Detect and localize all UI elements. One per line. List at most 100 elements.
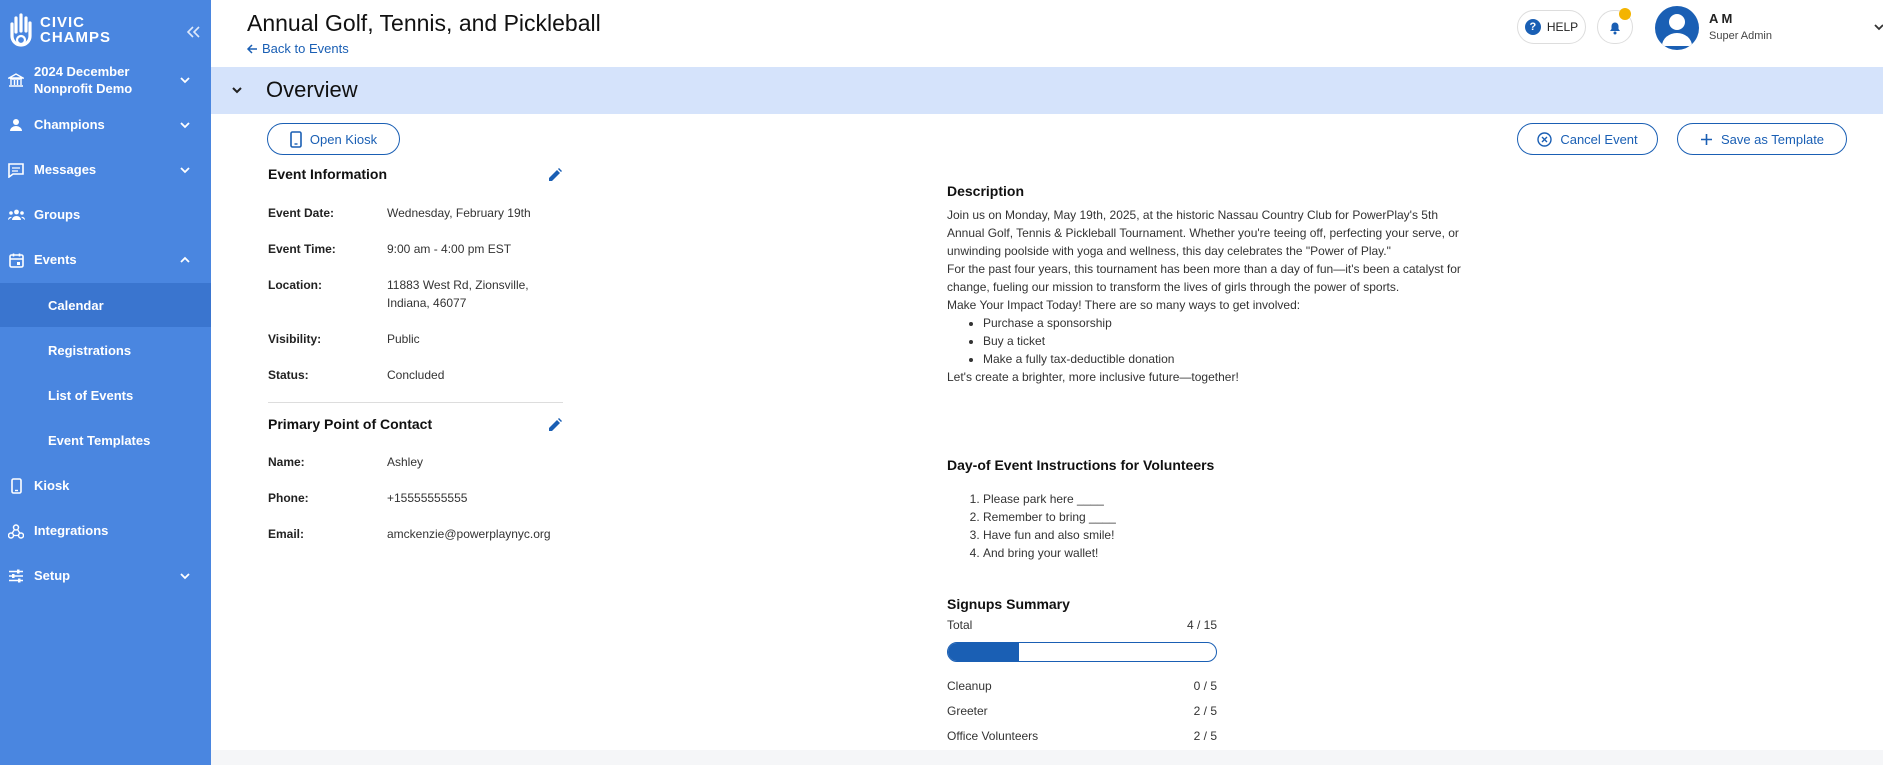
overview-section-header[interactable]: Overview — [211, 67, 1883, 114]
visibility-label: Visibility: — [268, 332, 322, 346]
role-count: 2 / 5 — [1193, 729, 1217, 743]
description-closing: Let's create a brighter, more inclusive … — [947, 370, 1239, 384]
bell-icon — [1610, 22, 1620, 34]
status-value: Concluded — [387, 368, 445, 382]
integrations-icon — [7, 522, 25, 540]
sidebar-subitem-event-templates[interactable]: Event Templates — [0, 418, 211, 462]
sidebar-item-events[interactable]: Events — [0, 243, 211, 277]
civic-champs-logo[interactable]: CIVIC CHAMPS — [8, 10, 111, 50]
edit-contact-icon[interactable] — [547, 417, 563, 433]
help-button[interactable]: ? HELP — [1517, 10, 1586, 44]
sidebar-subitem-list-of-events[interactable]: List of Events — [0, 373, 211, 417]
sidebar-label-champions: Champions — [34, 117, 105, 132]
tablet-icon — [290, 130, 302, 148]
cancel-event-button[interactable]: Cancel Event — [1517, 123, 1658, 155]
event-date-label: Event Date: — [268, 206, 335, 220]
contact-name-label: Name: — [268, 455, 305, 469]
description-title: Description — [947, 183, 1025, 199]
role-count: 2 / 5 — [1193, 704, 1217, 718]
chevron-up-icon — [180, 256, 190, 263]
sidebar-subitem-calendar[interactable]: Calendar — [0, 283, 211, 327]
sidebar-item-integrations[interactable]: Integrations — [0, 514, 211, 548]
location-label: Location: — [268, 278, 322, 292]
description-paragraph-1: Join us on Monday, May 19th, 2025, at th… — [947, 208, 1459, 258]
role-row-cleanup: Cleanup 0 / 5 — [947, 674, 1217, 699]
description-paragraph-3: Make Your Impact Today! There are so man… — [947, 298, 1301, 312]
role-name: Office Volunteers — [947, 729, 1039, 743]
open-kiosk-label: Open Kiosk — [309, 131, 378, 147]
signups-progress-bar — [947, 642, 1217, 662]
visibility-value: Public — [387, 332, 420, 346]
contact-email-value: amckenzie@powerplaynyc.org — [387, 527, 551, 541]
sidebar-item-messages[interactable]: Messages — [0, 153, 211, 187]
user-role: Super Admin — [1709, 30, 1772, 42]
list-item: And bring your wallet! — [983, 544, 1467, 562]
subitem-label-calendar: Calendar — [48, 297, 104, 313]
contact-phone-label: Phone: — [268, 491, 309, 505]
progress-fill — [948, 643, 1020, 661]
logo-line-2: CHAMPS — [40, 29, 112, 46]
contact-email-label: Email: — [268, 527, 305, 541]
sliders-icon — [7, 567, 25, 585]
groups-icon — [7, 206, 25, 224]
chevron-down-icon[interactable] — [1872, 20, 1883, 34]
plus-icon — [1700, 133, 1712, 145]
contact-name-value: Ashley — [387, 455, 424, 469]
instructions-list: Please park here ____ Remember to bring … — [983, 490, 1467, 562]
chevron-down-icon — [180, 167, 190, 174]
divider — [268, 402, 563, 403]
sidebar-subitem-registrations[interactable]: Registrations — [0, 328, 211, 372]
calendar-icon — [7, 251, 25, 269]
back-to-events-link[interactable]: Back to Events — [246, 41, 349, 56]
sidebar-item-kiosk[interactable]: Kiosk — [0, 469, 211, 503]
open-kiosk-button[interactable]: Open Kiosk — [267, 123, 400, 155]
sidebar-item-setup[interactable]: Setup — [0, 559, 211, 593]
subitem-label-event-templates: Event Templates — [48, 432, 151, 448]
sidebar-item-groups[interactable]: Groups — [0, 198, 211, 232]
sidebar-label-setup: Setup — [34, 568, 71, 583]
edit-event-info-icon[interactable] — [547, 167, 563, 183]
hand-logo-icon — [10, 13, 32, 47]
arrow-left-icon — [246, 43, 257, 54]
back-link-label: Back to Events — [262, 41, 349, 56]
role-name: Greeter — [947, 704, 988, 718]
sidebar-label-groups: Groups — [34, 207, 81, 222]
help-icon: ? — [1524, 19, 1541, 35]
list-item: Please park here ____ — [983, 490, 1467, 508]
page-title: Annual Golf, Tennis, and Pickleball — [247, 10, 601, 36]
section-title: Overview — [266, 77, 358, 102]
sidebar: CIVIC CHAMPS 2024 December Nonprofit Dem… — [0, 0, 211, 765]
sidebar-label-kiosk: Kiosk — [34, 478, 70, 493]
event-time-label: Event Time: — [268, 242, 336, 256]
help-label: HELP — [1546, 20, 1579, 34]
logo-line-1: CIVIC — [40, 14, 86, 31]
org-selector[interactable]: 2024 December Nonprofit Demo — [0, 62, 211, 98]
description-section: Description Join us on Monday, May 19th,… — [947, 182, 1467, 386]
sidebar-label-events: Events — [34, 252, 77, 267]
total-label: Total — [947, 618, 973, 632]
event-time-value: 9:00 am - 4:00 pm EST — [387, 242, 512, 256]
message-icon — [7, 161, 25, 179]
sidebar-label-messages: Messages — [34, 162, 97, 177]
contact-phone-value: +15555555555 — [387, 491, 468, 505]
signups-title: Signups Summary — [947, 596, 1070, 612]
signups-summary: Signups Summary Total 4 / 15 Cleanup 0 /… — [947, 595, 1217, 749]
org-name-line-2: Nonprofit Demo — [34, 81, 133, 96]
sidebar-item-champions[interactable]: Champions — [0, 108, 211, 142]
list-item: Buy a ticket — [983, 332, 1467, 350]
notification-badge — [1619, 8, 1631, 20]
signups-total-row: Total 4 / 15 — [947, 616, 1217, 634]
location-value: 11883 West Rd, Zionsville, Indiana, 4607… — [387, 278, 529, 310]
list-item: Have fun and also smile! — [983, 526, 1467, 544]
save-as-template-button[interactable]: Save as Template — [1677, 123, 1847, 155]
collapse-sidebar-icon[interactable] — [184, 24, 202, 40]
list-item: Make a fully tax-deductible donation — [983, 350, 1467, 368]
cancel-circle-icon — [1537, 131, 1553, 147]
primary-contact-title: Primary Point of Contact — [268, 416, 433, 432]
role-row-greeter: Greeter 2 / 5 — [947, 699, 1217, 724]
event-date-value: Wednesday, February 19th — [387, 206, 531, 220]
avatar[interactable] — [1655, 6, 1699, 50]
user-name: A M — [1709, 11, 1733, 26]
chevron-down-icon[interactable] — [229, 82, 245, 98]
instructions-title: Day-of Event Instructions for Volunteers — [947, 457, 1215, 473]
